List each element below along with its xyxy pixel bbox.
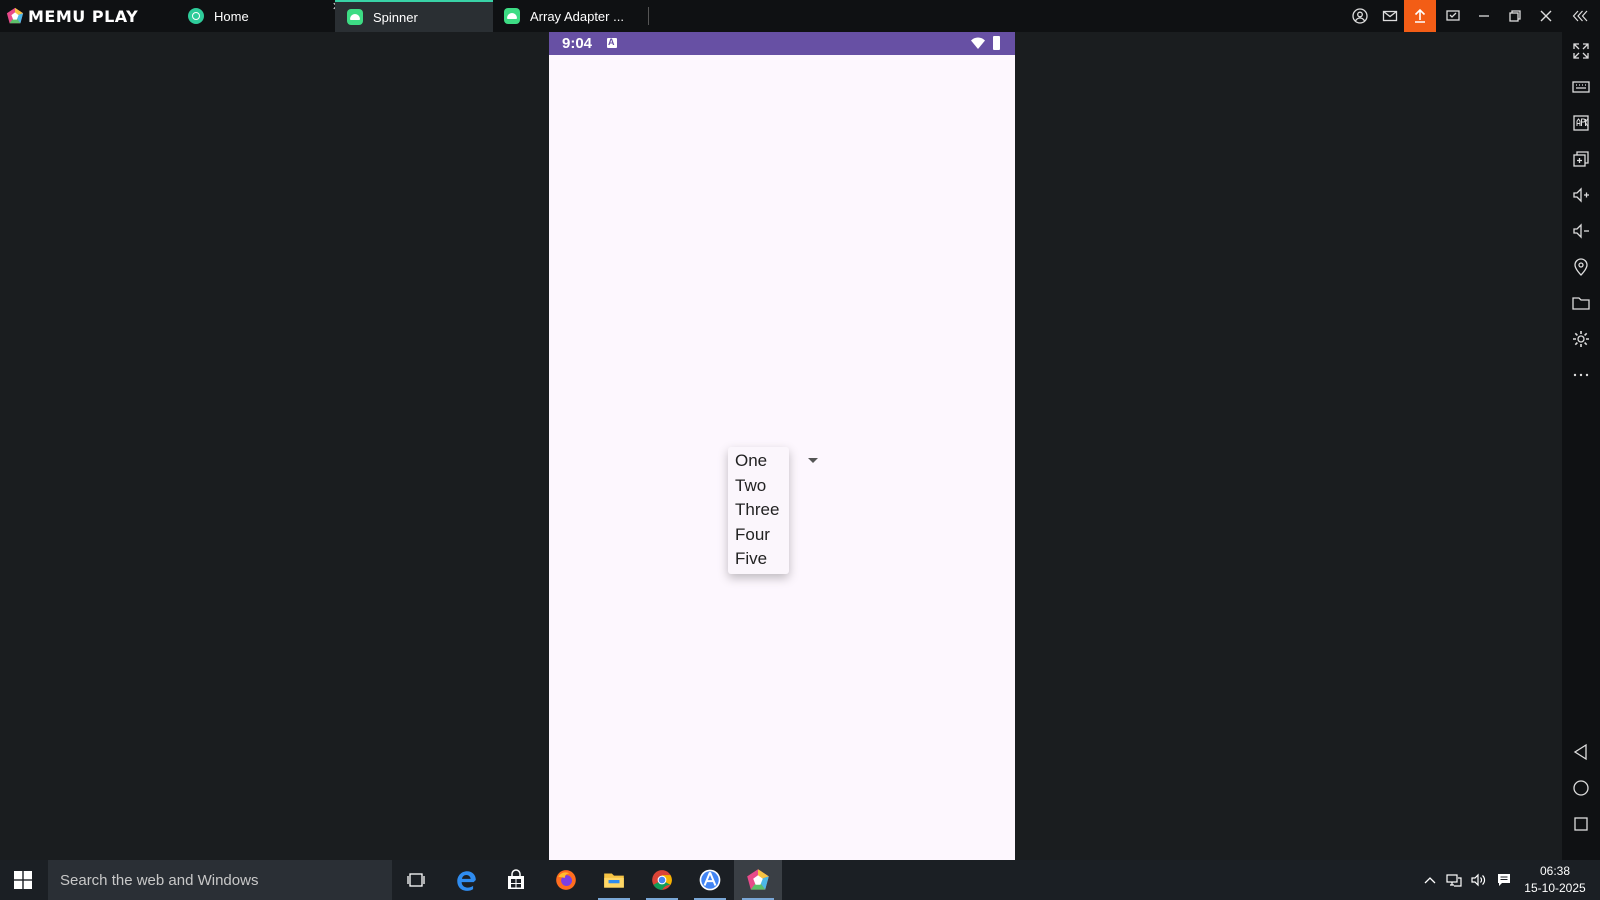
fullscreen-icon[interactable] [1571, 41, 1591, 61]
store-icon[interactable] [492, 860, 540, 900]
spinner-dropdown-arrow-icon[interactable] [808, 458, 818, 463]
tab-home[interactable]: Home [176, 0, 336, 32]
close-window-icon[interactable] [1536, 6, 1556, 26]
tab-label: Array Adapter ... [530, 8, 624, 24]
status-time: 9:04 [562, 35, 593, 52]
tab-array-adapter[interactable]: Array Adapter ... [492, 0, 648, 32]
multi-instance-icon[interactable] [1571, 149, 1591, 169]
show-hidden-icons-chevron-icon[interactable] [1422, 872, 1438, 888]
windows-start-icon[interactable] [14, 871, 32, 889]
upload-arrow-icon [1414, 8, 1426, 23]
firefox-icon[interactable] [542, 860, 590, 900]
mail-icon[interactable] [1380, 6, 1400, 26]
edge-browser-icon[interactable] [442, 860, 490, 900]
upload-button[interactable] [1404, 0, 1436, 32]
more-options-icon[interactable] [1571, 365, 1591, 385]
memu-taskbar-icon[interactable] [734, 860, 782, 900]
spinner-option-one[interactable]: One [728, 449, 789, 474]
windows-taskbar: Search the web and Windows 06:38 15-10-2… [0, 860, 1600, 900]
feedback-icon[interactable] [1443, 6, 1463, 26]
volume-down-icon[interactable] [1571, 221, 1591, 241]
minimize-icon[interactable] [1474, 6, 1494, 26]
spinner-option-four[interactable]: Four [728, 523, 789, 548]
task-view-icon[interactable] [392, 860, 440, 900]
emulator-screen[interactable]: 9:04 One Two Three Four Five [549, 32, 1015, 860]
file-explorer-icon[interactable] [590, 860, 638, 900]
settings-gear-icon[interactable] [1571, 329, 1591, 349]
restore-icon[interactable] [1505, 6, 1525, 26]
wifi-icon [971, 37, 985, 49]
spinner-dropdown-list: One Two Three Four Five [728, 447, 789, 574]
brand-name: MEMU PLAY [28, 6, 139, 26]
volume-icon[interactable] [1470, 872, 1486, 888]
clock-date: 15-10-2025 [1524, 881, 1586, 895]
spinner-option-two[interactable]: Two [728, 474, 789, 499]
tab-label: Home [214, 8, 249, 24]
spinner-option-three[interactable]: Three [728, 498, 789, 523]
location-icon[interactable] [1571, 257, 1591, 277]
volume-up-icon[interactable] [1571, 185, 1591, 205]
account-icon[interactable] [1350, 6, 1370, 26]
battery-icon [993, 36, 1000, 50]
android-back-icon[interactable] [1571, 742, 1591, 762]
taskbar-search-input[interactable]: Search the web and Windows [48, 860, 392, 900]
keyboard-mapping-icon[interactable] [1571, 77, 1591, 97]
emulator-side-toolbar [1562, 32, 1600, 860]
home-app-icon [188, 8, 204, 24]
memu-logo: MEMU PLAY [6, 6, 138, 26]
tab-divider [648, 7, 649, 25]
clock-time: 06:38 [1539, 864, 1571, 878]
android-studio-icon[interactable] [686, 860, 734, 900]
collapse-sidebar-icon[interactable] [1570, 6, 1590, 26]
network-icon[interactable] [1446, 872, 1462, 888]
action-center-icon[interactable] [1496, 872, 1512, 888]
chrome-icon[interactable] [638, 860, 686, 900]
memu-logo-icon [6, 7, 24, 24]
android-app-icon [504, 8, 520, 24]
apk-install-icon[interactable] [1571, 113, 1591, 133]
folder-icon[interactable] [1571, 293, 1591, 313]
title-bar: MEMU PLAY Home ✕ Spinner Array Adapter .… [0, 0, 1600, 32]
notification-a-icon [607, 37, 617, 48]
android-app-icon [347, 9, 363, 25]
android-status-bar: 9:04 [549, 32, 1015, 55]
android-home-icon[interactable] [1571, 778, 1591, 798]
taskbar-clock[interactable]: 06:38 15-10-2025 [1520, 863, 1590, 897]
tab-label: Spinner [373, 9, 418, 25]
android-recents-icon[interactable] [1571, 814, 1591, 834]
spinner-option-five[interactable]: Five [728, 547, 789, 572]
tab-spinner[interactable]: Spinner [335, 0, 493, 32]
